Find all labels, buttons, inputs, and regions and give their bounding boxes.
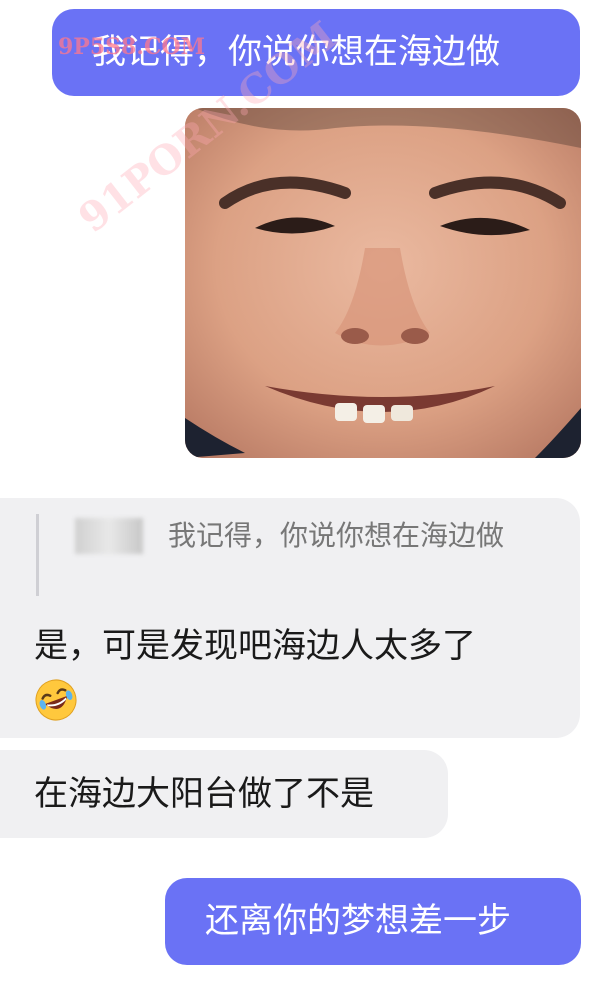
grinning-face-photo <box>185 108 581 458</box>
received-message-bubble[interactable]: 在海边大阳台做了不是 <box>0 750 448 838</box>
watermark: 9P5S8.COM <box>58 34 206 60</box>
message-text: 还离你的梦想差一步 <box>205 901 511 941</box>
sent-image-message[interactable] <box>185 108 581 458</box>
sent-message-bubble[interactable]: 还离你的梦想差一步 <box>165 878 581 965</box>
quoted-message-text: 我记得，你说你想在海边做 <box>168 519 505 552</box>
rolling-on-floor-laughing-icon <box>35 679 77 721</box>
message-text: 在海边大阳台做了不是 <box>34 774 374 814</box>
quote-bar <box>36 514 39 596</box>
message-text: 是，可是发现吧海边人太多了 <box>34 626 476 666</box>
received-message-bubble[interactable]: 我记得，你说你想在海边做 是，可是发现吧海边人太多了 <box>0 498 580 738</box>
